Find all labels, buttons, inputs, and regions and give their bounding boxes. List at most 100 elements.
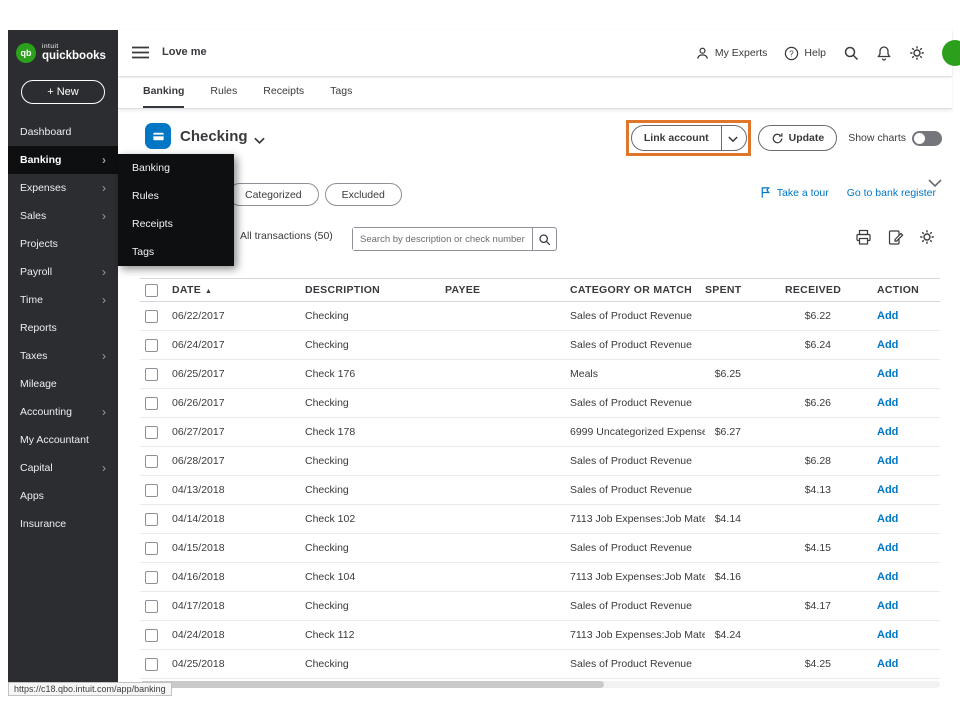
add-action-link[interactable]: Add <box>877 600 898 612</box>
row-checkbox[interactable] <box>145 396 158 410</box>
row-checkbox[interactable] <box>145 657 158 671</box>
row-checkbox[interactable] <box>145 367 158 381</box>
tour-flag-icon <box>759 186 772 199</box>
flyout-item-tags[interactable]: Tags <box>118 238 234 266</box>
bank-account-icon <box>145 123 171 149</box>
quickbooks-logo: qb intuit quickbooks <box>8 30 118 74</box>
tab-rules[interactable]: Rules <box>210 76 237 108</box>
action-cell: Add <box>865 542 940 554</box>
settings-gear-icon[interactable] <box>909 45 925 61</box>
sidebar-item-insurance[interactable]: Insurance <box>8 510 118 538</box>
take-a-tour-link[interactable]: Take a tour <box>759 186 829 199</box>
add-action-link[interactable]: Add <box>877 484 898 496</box>
scrollbar-thumb[interactable] <box>140 681 604 688</box>
sidebar-item-taxes[interactable]: Taxes › <box>8 342 118 370</box>
description-cell: Checking <box>305 455 349 467</box>
chevron-right-icon: › <box>102 265 106 279</box>
sidebar-item-reports[interactable]: Reports <box>8 314 118 342</box>
row-checkbox[interactable] <box>145 599 158 613</box>
sort-ascending-icon: ▲ <box>205 288 213 295</box>
add-action-link[interactable]: Add <box>877 455 898 467</box>
row-checkbox[interactable] <box>145 541 158 555</box>
row-checkbox[interactable] <box>145 338 158 352</box>
show-charts-toggle[interactable] <box>912 130 942 146</box>
view-tab-excluded[interactable]: Excluded <box>324 183 402 206</box>
sidebar-item-label: Taxes <box>20 350 48 362</box>
view-tab-categorized[interactable]: Categorized <box>228 183 319 206</box>
search-submit-icon[interactable] <box>532 228 556 250</box>
print-icon[interactable] <box>855 229 872 246</box>
account-header: Checking Link account Update Show charts <box>118 120 952 188</box>
sidebar-item-accounting[interactable]: Accounting › <box>8 398 118 426</box>
sidebar-item-payroll[interactable]: Payroll › <box>8 258 118 286</box>
add-action-link[interactable]: Add <box>877 542 898 554</box>
chevron-right-icon: › <box>102 209 106 223</box>
account-selector[interactable]: Checking <box>145 123 265 149</box>
sidebar-item-sales[interactable]: Sales › <box>8 202 118 230</box>
row-checkbox[interactable] <box>145 483 158 497</box>
link-account-dropdown-button[interactable] <box>722 134 746 143</box>
select-all-checkbox[interactable] <box>145 283 158 297</box>
flyout-item-banking[interactable]: Banking <box>118 154 234 182</box>
search-icon[interactable] <box>843 45 859 61</box>
row-checkbox[interactable] <box>145 512 158 526</box>
row-checkbox[interactable] <box>145 570 158 584</box>
row-checkbox[interactable] <box>145 454 158 468</box>
sidebar-item-my-accountant[interactable]: My Accountant <box>8 426 118 454</box>
row-checkbox[interactable] <box>145 425 158 439</box>
column-label: DATE <box>172 284 202 296</box>
filter-row: All transactions (50) <box>118 226 952 252</box>
flyout-item-rules[interactable]: Rules <box>118 182 234 210</box>
export-icon[interactable] <box>887 229 904 246</box>
sidebar-item-capital[interactable]: Capital › <box>8 454 118 482</box>
action-cell: Add <box>865 600 940 612</box>
transactions-filter-dropdown[interactable]: All transactions (50) <box>240 230 366 242</box>
horizontal-scrollbar[interactable] <box>140 681 940 688</box>
help-label: Help <box>804 47 826 59</box>
tab-banking[interactable]: Banking <box>143 76 185 108</box>
add-action-link[interactable]: Add <box>877 571 898 583</box>
hamburger-menu-icon[interactable] <box>132 46 149 59</box>
date-cell: 06/24/2017 <box>172 339 225 351</box>
link-account-button[interactable]: Link account <box>632 132 721 144</box>
sidebar-item-banking[interactable]: Banking › <box>8 146 118 174</box>
flyout-item-receipts[interactable]: Receipts <box>118 210 234 238</box>
date-cell: 06/25/2017 <box>172 368 225 380</box>
new-button[interactable]: + New <box>21 80 105 104</box>
table-row: 06/27/2017 Check 178 6999 Uncategorized Ex… <box>140 418 940 447</box>
action-cell: Add <box>865 368 940 380</box>
add-action-link[interactable]: Add <box>877 513 898 525</box>
search-input[interactable] <box>353 228 532 250</box>
my-experts-button[interactable]: My Experts <box>695 46 767 61</box>
tab-receipts[interactable]: Receipts <box>263 76 304 108</box>
help-button[interactable]: ? Help <box>784 46 826 61</box>
add-action-link[interactable]: Add <box>877 629 898 641</box>
spent-cell: $4.14 <box>714 513 741 525</box>
update-button[interactable]: Update <box>757 125 838 151</box>
action-cell: Add <box>865 513 940 525</box>
table-settings-gear-icon[interactable] <box>919 229 936 246</box>
add-action-link[interactable]: Add <box>877 397 898 409</box>
add-action-link[interactable]: Add <box>877 426 898 438</box>
action-cell: Add <box>865 484 940 496</box>
row-checkbox[interactable] <box>145 628 158 642</box>
sidebar-item-expenses[interactable]: Expenses › <box>8 174 118 202</box>
sidebar-item-dashboard[interactable]: Dashboard <box>8 118 118 146</box>
add-action-link[interactable]: Add <box>877 339 898 351</box>
tab-tags[interactable]: Tags <box>330 76 352 108</box>
add-action-link[interactable]: Add <box>877 368 898 380</box>
add-action-link[interactable]: Add <box>877 310 898 322</box>
row-checkbox[interactable] <box>145 309 158 323</box>
row-checkbox-cell <box>140 483 172 497</box>
sidebar-item-time[interactable]: Time › <box>8 286 118 314</box>
add-action-link[interactable]: Add <box>877 658 898 670</box>
sidebar-item-apps[interactable]: Apps <box>8 482 118 510</box>
sidebar-item-mileage[interactable]: Mileage <box>8 370 118 398</box>
user-avatar[interactable] <box>942 40 960 66</box>
sidebar-item-projects[interactable]: Projects <box>8 230 118 258</box>
sidebar-item-label: Sales <box>20 210 47 222</box>
go-to-bank-register-link[interactable]: Go to bank register <box>847 187 936 199</box>
company-name: Love me <box>162 46 207 58</box>
sidebar-item-label: Banking <box>20 154 62 166</box>
notifications-bell-icon[interactable] <box>876 45 892 61</box>
